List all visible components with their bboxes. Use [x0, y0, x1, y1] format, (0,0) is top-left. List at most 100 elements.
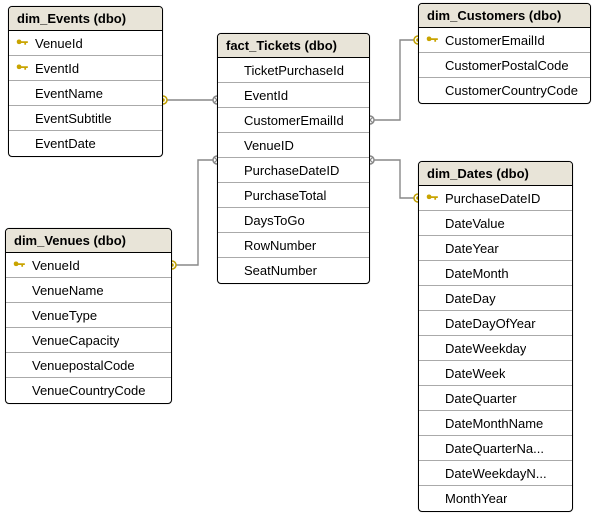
- column-row[interactable]: EventId: [9, 56, 162, 81]
- column-name: VenueId: [28, 258, 80, 273]
- column-name: DateYear: [441, 241, 499, 256]
- column-row[interactable]: DateValue: [419, 211, 572, 236]
- rel-tickets-dates: [370, 160, 418, 198]
- column-name: EventSubtitle: [31, 111, 112, 126]
- key-icon: [15, 36, 29, 50]
- column-row[interactable]: EventDate: [9, 131, 162, 156]
- table-body: CustomerEmailId CustomerPostalCode Custome…: [419, 28, 590, 103]
- column-name: DaysToGo: [240, 213, 305, 228]
- column-row[interactable]: DateWeekdayN...: [419, 461, 572, 486]
- column-row[interactable]: EventName: [9, 81, 162, 106]
- column-row[interactable]: DateQuarter: [419, 386, 572, 411]
- column-name: EventDate: [31, 136, 96, 151]
- rel-tickets-venues: [172, 160, 217, 265]
- key-icon: [425, 33, 439, 47]
- column-row[interactable]: DateDay: [419, 286, 572, 311]
- column-row[interactable]: VenueType: [6, 303, 171, 328]
- column-name: DateQuarter: [441, 391, 517, 406]
- column-row[interactable]: VenueName: [6, 278, 171, 303]
- column-name: DateDayOfYear: [441, 316, 536, 331]
- column-name: CustomerEmailId: [240, 113, 344, 128]
- primary-key-icon: [423, 33, 441, 47]
- column-row[interactable]: DateYear: [419, 236, 572, 261]
- column-row[interactable]: DateQuarterNa...: [419, 436, 572, 461]
- table-header: dim_Customers (dbo): [419, 4, 590, 28]
- column-row[interactable]: TicketPurchaseId: [218, 58, 369, 83]
- rel-tickets-customers: [370, 40, 418, 120]
- column-row[interactable]: VenueId: [9, 31, 162, 56]
- column-row[interactable]: CustomerCountryCode: [419, 78, 590, 103]
- column-row[interactable]: EventSubtitle: [9, 106, 162, 131]
- column-name: VenueId: [31, 36, 83, 51]
- table-header: dim_Venues (dbo): [6, 229, 171, 253]
- column-row[interactable]: VenueId: [6, 253, 171, 278]
- column-name: RowNumber: [240, 238, 316, 253]
- column-row[interactable]: DateMonth: [419, 261, 572, 286]
- key-icon: [12, 258, 26, 272]
- column-name: DateQuarterNa...: [441, 441, 544, 456]
- key-icon: [15, 61, 29, 75]
- column-name: MonthYear: [441, 491, 507, 506]
- column-row[interactable]: DateMonthName: [419, 411, 572, 436]
- primary-key-icon: [13, 36, 31, 50]
- table-body: PurchaseDateID DateValue DateYear DateMonth…: [419, 186, 572, 511]
- column-name: DateWeekdayN...: [441, 466, 547, 481]
- column-name: DateValue: [441, 216, 505, 231]
- column-name: DateWeek: [441, 366, 505, 381]
- column-row[interactable]: DateWeekday: [419, 336, 572, 361]
- column-row[interactable]: CustomerPostalCode: [419, 53, 590, 78]
- column-row[interactable]: CustomerEmailId: [218, 108, 369, 133]
- table-dim-customers[interactable]: dim_Customers (dbo) CustomerEmailIdCusto…: [418, 3, 591, 104]
- primary-key-icon: [10, 258, 28, 272]
- table-body: VenueId EventId EventName EventSubtitle Even…: [9, 31, 162, 156]
- column-name: TicketPurchaseId: [240, 63, 344, 78]
- column-name: VenueName: [28, 283, 104, 298]
- column-name: SeatNumber: [240, 263, 317, 278]
- column-row[interactable]: CustomerEmailId: [419, 28, 590, 53]
- primary-key-icon: [13, 61, 31, 75]
- column-name: EventId: [240, 88, 288, 103]
- table-dim-venues[interactable]: dim_Venues (dbo) VenueId VenueName VenueTy…: [5, 228, 172, 404]
- column-row[interactable]: DateDayOfYear: [419, 311, 572, 336]
- key-icon: [425, 191, 439, 205]
- column-name: EventName: [31, 86, 103, 101]
- column-name: VenueID: [240, 138, 294, 153]
- column-name: PurchaseTotal: [240, 188, 326, 203]
- column-name: CustomerEmailId: [441, 33, 545, 48]
- column-row[interactable]: VenueID: [218, 133, 369, 158]
- column-name: CustomerCountryCode: [441, 83, 578, 98]
- column-name: DateDay: [441, 291, 496, 306]
- column-row[interactable]: SeatNumber: [218, 258, 369, 283]
- table-header: fact_Tickets (dbo): [218, 34, 369, 58]
- column-row[interactable]: VenuepostalCode: [6, 353, 171, 378]
- table-dim-dates[interactable]: dim_Dates (dbo) PurchaseDateID DateValue D…: [418, 161, 573, 512]
- column-row[interactable]: RowNumber: [218, 233, 369, 258]
- column-name: VenuepostalCode: [28, 358, 135, 373]
- column-name: DateWeekday: [441, 341, 526, 356]
- column-name: VenueType: [28, 308, 97, 323]
- column-name: PurchaseDateID: [441, 191, 540, 206]
- column-row[interactable]: DateWeek: [419, 361, 572, 386]
- column-row[interactable]: MonthYear: [419, 486, 572, 511]
- primary-key-icon: [423, 191, 441, 205]
- table-header: dim_Dates (dbo): [419, 162, 572, 186]
- table-dim-events[interactable]: dim_Events (dbo) VenueId EventId EventName…: [8, 6, 163, 157]
- column-row[interactable]: DaysToGo: [218, 208, 369, 233]
- column-name: PurchaseDateID: [240, 163, 339, 178]
- column-name: DateMonth: [441, 266, 509, 281]
- column-row[interactable]: EventId: [218, 83, 369, 108]
- column-row[interactable]: PurchaseDateID: [218, 158, 369, 183]
- column-row[interactable]: VenueCountryCode: [6, 378, 171, 403]
- column-row[interactable]: PurchaseTotal: [218, 183, 369, 208]
- column-name: VenueCapacity: [28, 333, 119, 348]
- table-header: dim_Events (dbo): [9, 7, 162, 31]
- column-name: CustomerPostalCode: [441, 58, 569, 73]
- table-fact-tickets[interactable]: fact_Tickets (dbo) TicketPurchaseId Event…: [217, 33, 370, 284]
- table-body: TicketPurchaseId EventId CustomerEmailId Ve…: [218, 58, 369, 283]
- column-row[interactable]: VenueCapacity: [6, 328, 171, 353]
- column-name: VenueCountryCode: [28, 383, 145, 398]
- column-row[interactable]: PurchaseDateID: [419, 186, 572, 211]
- column-name: DateMonthName: [441, 416, 543, 431]
- column-name: EventId: [31, 61, 79, 76]
- table-body: VenueId VenueName VenueType VenueCapacity Ve…: [6, 253, 171, 403]
